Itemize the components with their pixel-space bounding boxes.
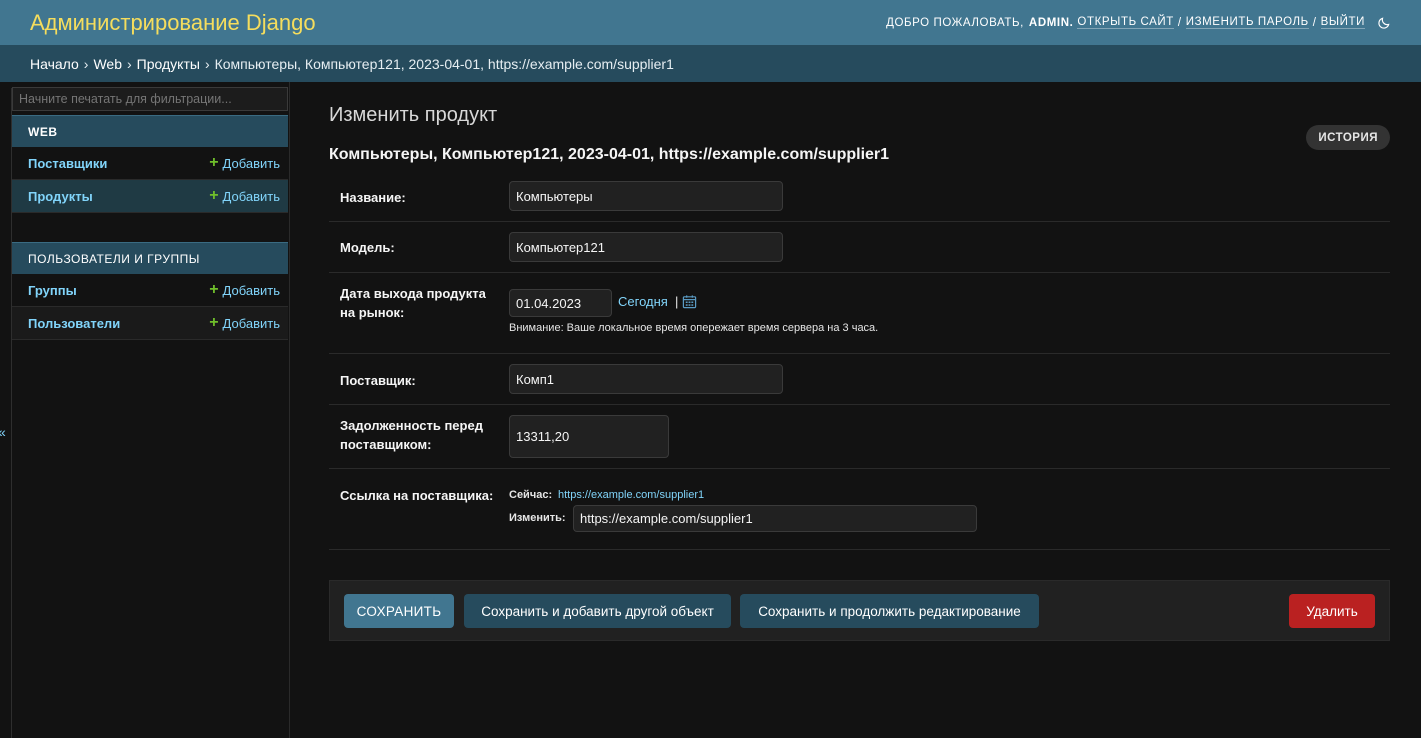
add-label: Добавить: [222, 315, 280, 331]
sidebar-item-label[interactable]: Пользователи: [28, 316, 120, 331]
supplier-label: Поставщик:: [340, 373, 416, 388]
form-row-name: Название: Компьютеры: [329, 172, 1390, 222]
submit-row: СОХРАНИТЬ Сохранить и добавить другой об…: [329, 580, 1390, 641]
add-user-link[interactable]: + Добавить: [209, 315, 280, 331]
form-row-model: Модель: Компьютер121: [329, 222, 1390, 273]
header-bar: Администрирование Django ДОБРО ПОЖАЛОВАТ…: [0, 0, 1421, 45]
page-title: Изменить продукт: [329, 104, 498, 126]
sidebar-collapse-toggle[interactable]: «: [0, 424, 6, 440]
supplier-select[interactable]: Комп1: [509, 364, 783, 394]
today-link[interactable]: Сегодня: [618, 294, 668, 309]
breadcrumb-home[interactable]: Начало: [30, 56, 79, 72]
history-button[interactable]: ИСТОРИЯ: [1306, 125, 1390, 150]
add-label: Добавить: [222, 155, 280, 171]
calendar-icon[interactable]: [682, 294, 697, 309]
timezone-warning: Внимание: Ваше локальное время опережает…: [509, 322, 879, 334]
moon-icon: [1378, 16, 1390, 29]
sidebar-item-label[interactable]: Группы: [28, 283, 77, 298]
release-date-label: Дата выхода продукта на рынок:: [340, 284, 486, 322]
debt-label-line2: поставщиком:: [340, 437, 432, 452]
nav-filter-input[interactable]: [12, 87, 288, 111]
name-input[interactable]: Компьютеры: [509, 181, 783, 211]
release-date-label-line2: на рынок:: [340, 305, 405, 320]
sidebar-item-label[interactable]: Поставщики: [28, 156, 107, 171]
debt-label: Задолженность перед поставщиком:: [340, 416, 483, 454]
user-tools: ДОБРО ПОЖАЛОВАТЬ, ADMIN. ОТКРЫТЬ САЙТ / …: [886, 16, 1391, 30]
sidebar-item-products: Продукты + Добавить: [12, 180, 288, 213]
username: ADMIN.: [1028, 16, 1074, 29]
breadcrumb-separator: ›: [127, 55, 132, 72]
current-label: Сейчас:: [509, 489, 553, 501]
sidebar-item-users: Пользователи + Добавить: [12, 307, 288, 340]
breadcrumb-app[interactable]: Web: [93, 56, 122, 72]
module-web: WEB Поставщики + Добавить Продукты + Добав…: [12, 115, 288, 213]
object-title: Компьютеры, Компьютер121, 2023-04-01, ht…: [329, 146, 890, 163]
save-and-add-another-button[interactable]: Сохранить и добавить другой объект: [464, 594, 731, 628]
save-button[interactable]: СОХРАНИТЬ: [344, 594, 454, 628]
add-product-link[interactable]: + Добавить: [209, 188, 280, 204]
change-password-link[interactable]: ИЗМЕНИТЬ ПАРОЛЬ: [1185, 16, 1309, 29]
form-row-supplier-link: Ссылка на поставщика: Сейчас: https://ex…: [329, 469, 1390, 550]
add-supplier-link[interactable]: + Добавить: [209, 155, 280, 171]
supplier-link-label: Ссылка на поставщика:: [340, 488, 494, 503]
current-supplier-link[interactable]: https://example.com/supplier1: [558, 489, 704, 501]
breadcrumb-model[interactable]: Продукты: [137, 56, 200, 72]
module-header-web[interactable]: WEB: [12, 115, 288, 147]
separator: /: [1177, 16, 1182, 29]
form-row-debt: Задолженность перед поставщиком: 13311,2…: [329, 405, 1390, 469]
supplier-url-input[interactable]: https://example.com/supplier1: [573, 505, 977, 532]
module-auth: ПОЛЬЗОВАТЕЛИ И ГРУППЫ Группы + Добавить П…: [12, 242, 288, 340]
debt-label-line1: Задолженность перед: [340, 418, 483, 433]
module-header-auth[interactable]: ПОЛЬЗОВАТЕЛИ И ГРУППЫ: [12, 242, 288, 274]
name-label: Название:: [340, 190, 406, 205]
sidebar-item-suppliers: Поставщики + Добавить: [12, 147, 288, 180]
sidebar-item-groups: Группы + Добавить: [12, 274, 288, 307]
change-label: Изменить:: [509, 512, 566, 524]
separator: /: [1312, 16, 1317, 29]
form-row-supplier: Поставщик: Комп1: [329, 354, 1390, 405]
add-group-link[interactable]: + Добавить: [209, 282, 280, 298]
site-brand[interactable]: Администрирование Django: [30, 10, 316, 36]
view-site-link[interactable]: ОТКРЫТЬ САЙТ: [1077, 16, 1174, 29]
logout-link[interactable]: ВЫЙТИ: [1320, 16, 1365, 29]
plus-icon: +: [209, 187, 219, 204]
breadcrumb: Начало › Web › Продукты › Компьютеры, Ко…: [0, 45, 1421, 82]
plus-icon: +: [209, 314, 219, 331]
add-label: Добавить: [222, 188, 280, 204]
breadcrumb-current: Компьютеры, Компьютер121, 2023-04-01, ht…: [214, 55, 674, 72]
model-input[interactable]: Компьютер121: [509, 232, 783, 262]
release-date-label-line1: Дата выхода продукта: [340, 286, 486, 301]
add-label: Добавить: [222, 282, 280, 298]
model-label: Модель:: [340, 240, 395, 255]
breadcrumb-separator: ›: [204, 55, 210, 72]
debt-input[interactable]: 13311,20: [509, 415, 669, 458]
save-and-continue-button[interactable]: Сохранить и продолжить редактирование: [740, 594, 1039, 628]
sidebar-item-label[interactable]: Продукты: [28, 189, 93, 204]
shortcut-separator: |: [675, 294, 679, 309]
form-row-release-date: Дата выхода продукта на рынок: 01.04.202…: [329, 273, 1390, 354]
release-date-input[interactable]: 01.04.2023: [509, 289, 612, 317]
plus-icon: +: [209, 154, 219, 171]
welcome-text: ДОБРО ПОЖАЛОВАТЬ,: [886, 16, 1024, 29]
delete-button[interactable]: Удалить: [1289, 594, 1375, 628]
plus-icon: +: [209, 281, 219, 298]
breadcrumb-separator: ›: [83, 55, 89, 72]
theme-toggle-button[interactable]: [1365, 16, 1391, 30]
